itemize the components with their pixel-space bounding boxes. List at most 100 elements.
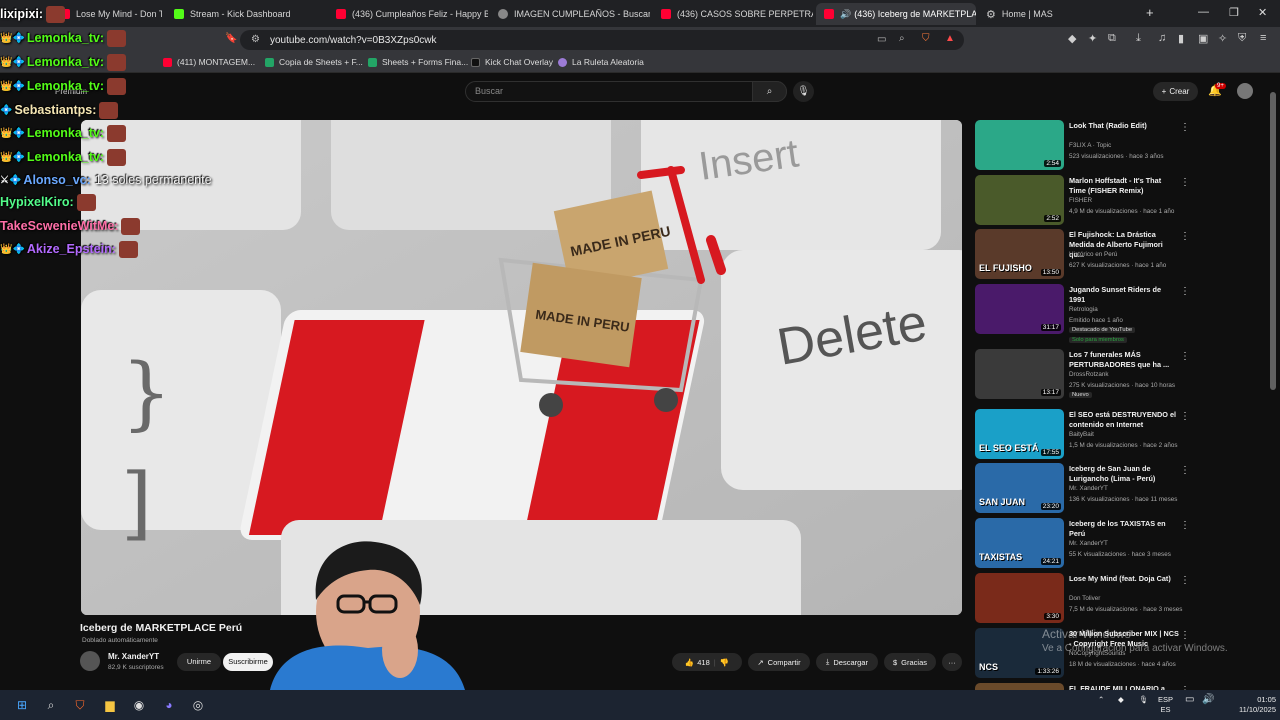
sidebar-channel-name[interactable]: BaityBait <box>1069 431 1094 438</box>
sidebar-video-item[interactable]: 13:17 Los 7 funerales MÁS PERTURBADORES q… <box>975 349 1275 401</box>
bookmark-montagem[interactable]: (411) MONTAGEM... <box>163 57 255 67</box>
video-thumbnail[interactable]: 13:17 <box>975 349 1064 399</box>
more-options-icon[interactable]: ⋮ <box>1180 630 1190 641</box>
new-tab-button[interactable]: + <box>1146 5 1154 20</box>
clock[interactable]: 01:05 11/10/2025 <box>1226 695 1276 715</box>
search-icon[interactable]: ⌕ <box>43 697 59 713</box>
volume-icon[interactable]: 🔊 <box>1202 695 1214 705</box>
sidebar-channel-name[interactable]: F3LIX A · Topic <box>1069 142 1111 149</box>
sidebar-video-title[interactable]: Jugando Sunset Riders de 1991 <box>1069 285 1179 305</box>
more-options-icon[interactable]: ⋮ <box>1180 122 1190 133</box>
sidebar-video-item[interactable]: 2:52 Marlon Hoffstadt - It's That Time (F… <box>975 175 1275 227</box>
tray-chevron-icon[interactable]: ⌃ <box>1098 695 1104 705</box>
sidebar-video-item[interactable]: 2:54 Look That (Radio Edit) F3LIX A · Topi… <box>975 120 1275 172</box>
sidebar-channel-name[interactable]: Mr. XanderYT <box>1069 540 1108 547</box>
vpn-icon[interactable]: ⛨ <box>1238 32 1246 45</box>
tab-kick-dashboard[interactable]: Stream - Kick Dashboard <box>166 3 326 25</box>
tab-lose-my-mind[interactable]: Lose My Mind - Don Toliver (fe <box>52 3 162 25</box>
screenshot-icon[interactable]: ⧉ <box>1108 32 1116 45</box>
thanks-button[interactable]: $ Gracias <box>884 653 936 671</box>
sidebar-video-item[interactable]: 3:30 Lose My Mind (feat. Doja Cat) Don Tol… <box>975 573 1275 625</box>
sidebar-icon[interactable]: ▮ <box>1178 32 1184 45</box>
video-thumbnail[interactable]: 2:52 <box>975 175 1064 225</box>
search-button[interactable]: ⌕ <box>752 81 787 102</box>
download-button[interactable]: ⤓ Descargar <box>816 653 878 671</box>
sidebar-video-title[interactable]: Look That (Radio Edit) <box>1069 121 1179 131</box>
more-options-icon[interactable]: ⋮ <box>1180 520 1190 531</box>
windows-start-icon[interactable]: ⊞ <box>14 697 30 713</box>
tab-iceberg-marketplace[interactable]: 🔊 (436) Iceberg de MARKETPLA ✕ <box>816 3 976 25</box>
more-actions-button[interactable]: ··· <box>942 653 962 671</box>
sidebar-video-title[interactable]: Lose My Mind (feat. Doja Cat) <box>1069 574 1179 584</box>
sidebar-video-title[interactable]: Marlon Hoffstadt - It's That Time (FISHE… <box>1069 176 1179 196</box>
sidebar-channel-name[interactable]: FISHER <box>1069 197 1092 204</box>
ai-icon[interactable]: ✧ <box>1218 32 1227 45</box>
video-thumbnail[interactable]: 2:54 <box>975 120 1064 170</box>
video-thumbnail[interactable]: EL FUJISHO 13:50 <box>975 229 1064 279</box>
sidebar-video-title[interactable]: El SEO está DESTRUYENDO el contenido en … <box>1069 410 1179 430</box>
sidebar-video-item[interactable]: TAXISTAS 24:21 Iceberg de los TAXISTAS en … <box>975 518 1275 570</box>
discord-icon[interactable]: ◕ <box>161 697 177 713</box>
tab-cumpleanos[interactable]: (436) Cumpleaños Feliz - Happy Birt <box>328 3 488 25</box>
network-icon[interactable]: ▭ <box>1185 695 1194 705</box>
video-thumbnail[interactable]: SAN JUAN 23:20 <box>975 463 1064 513</box>
brave-browser-icon[interactable]: ⛉ <box>72 697 88 713</box>
minimize-icon[interactable]: — <box>1198 6 1209 18</box>
bookmark-kick-chat-overlay[interactable]: Kick Chat Overlay <box>471 57 553 67</box>
video-thumbnail[interactable]: 3:30 <box>975 573 1064 623</box>
music-icon[interactable]: ♫ <box>1158 32 1166 44</box>
tab-casos[interactable]: (436) CASOS SOBRE PERPETRADOR <box>653 3 813 25</box>
sidebar-video-title[interactable]: Iceberg de los TAXISTAS en Perú <box>1069 519 1179 539</box>
video-thumbnail[interactable]: EL SEO ESTÁ 17:55 <box>975 409 1064 459</box>
sidebar-channel-name[interactable]: Mr. XanderYT <box>1069 485 1108 492</box>
sidebar-video-title[interactable]: Los 7 funerales MÁS PERTURBADORES que ha… <box>1069 350 1179 370</box>
more-options-icon[interactable]: ⋮ <box>1180 351 1190 362</box>
sidebar-video-item[interactable]: SAN JUAN 23:20 Iceberg de San Juan de Luri… <box>975 463 1275 515</box>
sidebar-channel-name[interactable]: Don Toliver <box>1069 595 1100 602</box>
like-button[interactable]: 👍 418 <box>685 658 710 667</box>
share-button[interactable]: ↗ Compartir <box>748 653 810 671</box>
account-avatar[interactable] <box>1237 83 1253 99</box>
tray-app-icon[interactable]: ◆ <box>1118 695 1124 705</box>
sidebar-video-item[interactable]: EL SEO ESTÁ 17:55 El SEO está DESTRUYENDO … <box>975 409 1275 461</box>
tab-home-mas[interactable]: ⚙ Home | MAS <box>978 3 1138 25</box>
more-options-icon[interactable]: ⋮ <box>1180 286 1190 297</box>
scrollbar[interactable] <box>1270 92 1276 390</box>
video-thumbnail[interactable]: 31:17 <box>975 284 1064 334</box>
rewards-icon[interactable]: ▲ <box>945 33 955 44</box>
restore-icon[interactable]: ❐ <box>1229 6 1239 19</box>
shield-icon[interactable]: ⛉ <box>922 33 930 44</box>
more-options-icon[interactable]: ⋮ <box>1180 411 1190 422</box>
bookmark-icon[interactable]: 🔖 <box>225 33 237 44</box>
more-options-icon[interactable]: ⋮ <box>1180 575 1190 586</box>
voice-search-button[interactable]: 🎙 <box>793 81 814 102</box>
wallet-icon[interactable]: ▣ <box>1198 32 1208 45</box>
more-options-icon[interactable]: ⋮ <box>1180 231 1190 242</box>
bookmark-sheets-forms[interactable]: Sheets + Forms Fina... <box>368 57 468 67</box>
bookmark-ruleta[interactable]: La Ruleta Aleatoria <box>558 57 644 67</box>
sidebar-video-item[interactable]: EL FUJISHO 13:50 El Fujishock: La Drástica… <box>975 229 1275 281</box>
extensions-icon[interactable]: ✦ <box>1088 32 1097 45</box>
create-button[interactable]: + Crear <box>1153 82 1198 101</box>
sidebar-video-item[interactable]: 31:17 Jugando Sunset Riders de 1991 Retrol… <box>975 284 1275 343</box>
join-button[interactable]: Unirme <box>177 653 221 671</box>
sidebar-channel-name[interactable]: Retrologia <box>1069 306 1098 313</box>
more-options-icon[interactable]: ⋮ <box>1180 465 1190 476</box>
site-settings-icon[interactable]: ⚙ <box>251 34 260 45</box>
file-explorer-icon[interactable]: ▆ <box>102 697 118 713</box>
more-options-icon[interactable]: ⋮ <box>1180 177 1190 188</box>
steam-icon[interactable]: ◉ <box>131 697 147 713</box>
sidebar-channel-name[interactable]: Histórico en Perú <box>1069 251 1117 258</box>
microphone-tray-icon[interactable]: 🎙 <box>1139 695 1149 705</box>
zoom-icon[interactable]: ⌕ <box>899 33 905 44</box>
cast-icon[interactable]: ▭ <box>877 34 886 45</box>
video-player[interactable]: Insert } ] Delete MADE IN PERU MADE IN P… <box>81 120 962 615</box>
download-icon[interactable]: ⤓ <box>1136 32 1141 45</box>
language-indicator[interactable]: ESP ES <box>1158 695 1173 715</box>
address-bar[interactable]: ⚙ youtube.com/watch?v=0B3XZps0cwk ▭ ⌕ ⛉ … <box>240 30 964 50</box>
tab-imagen-cumpleanos[interactable]: IMAGEN CUMPLEAÑOS - Buscar co <box>490 3 650 25</box>
video-thumbnail[interactable]: TAXISTAS 24:21 <box>975 518 1064 568</box>
obs-icon[interactable]: ◎ <box>190 697 206 713</box>
menu-icon[interactable]: ≡ <box>1260 32 1266 44</box>
close-window-icon[interactable]: ✕ <box>1258 6 1267 19</box>
